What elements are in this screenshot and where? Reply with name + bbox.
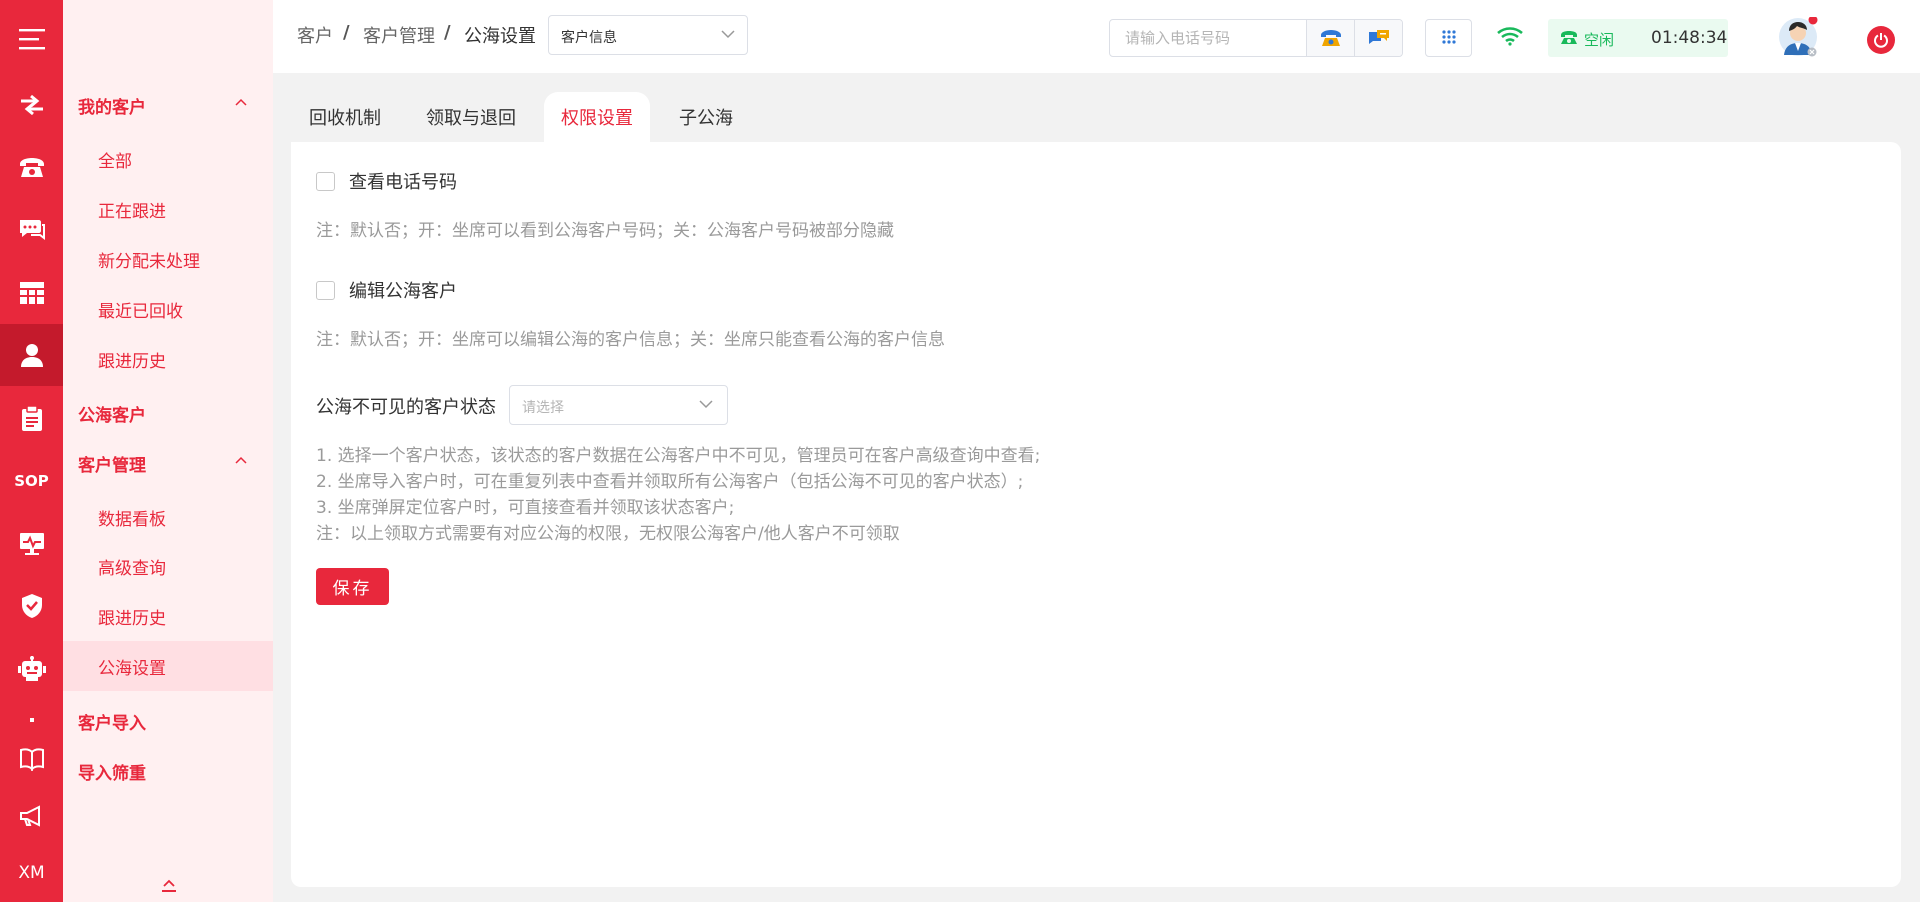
customer-person-icon[interactable]: [0, 324, 63, 386]
menu-group-customer-import[interactable]: 客户导入: [63, 696, 273, 746]
secondary-menu: 我的客户 全部 正在跟进 新分配未处理 最近已回收 跟进历史 公海客户 客户管理…: [63, 0, 273, 902]
robot-icon[interactable]: [0, 638, 63, 700]
tab-claim-return[interactable]: 领取与退回: [409, 92, 533, 142]
monitor-pulse-icon[interactable]: [0, 513, 63, 575]
chevron-up-icon: [235, 98, 247, 106]
invisible-status-select[interactable]: 请选择: [509, 385, 728, 425]
menu-item-all[interactable]: 全部: [63, 134, 273, 184]
phone-status-icon: [1561, 31, 1577, 44]
book-icon[interactable]: [0, 728, 63, 790]
message-icon: [1368, 30, 1389, 44]
menu-item-dashboard[interactable]: 数据看板: [63, 492, 273, 542]
breadcrumb-public-settings: 公海设置: [464, 26, 536, 47]
sop-label[interactable]: SOP: [0, 450, 63, 512]
tab-permission-settings[interactable]: 权限设置: [544, 92, 650, 142]
clipboard-icon[interactable]: [0, 388, 63, 450]
invisible-status-desc-1: 1. 选择一个客户状态，该状态的客户数据在公海客户中不可见，管理员可在客户高级查…: [316, 446, 1041, 466]
agent-status-indicator[interactable]: 空闲 01:48:34: [1548, 19, 1728, 57]
chat-icon[interactable]: [0, 198, 63, 260]
select-value: 客户信息: [561, 30, 617, 46]
collapse-menu-icon[interactable]: [161, 878, 177, 894]
power-icon: [1874, 33, 1888, 48]
view-phone-label: 查看电话号码: [349, 172, 457, 193]
edit-public-note: 注：默认否；开：坐席可以编辑公海的客户信息；关：坐席只能查看公海的客户信息: [316, 330, 945, 350]
invisible-status-label: 公海不可见的客户状态: [316, 397, 496, 418]
top-bar: 客户 / 客户管理 / 公海设置 客户信息 空闲 01:48:34: [273, 0, 1920, 73]
breadcrumb-separator: /: [444, 22, 451, 43]
menu-item-public-settings[interactable]: 公海设置: [63, 641, 273, 691]
telephone-icon: [1320, 30, 1341, 46]
view-phone-note: 注：默认否；开：坐席可以看到公海客户号码；关：公海客户号码被部分隐藏: [316, 221, 894, 241]
telephone-icon[interactable]: [0, 136, 63, 198]
menu-item-following[interactable]: 正在跟进: [63, 184, 273, 234]
tab-recycle-mechanism[interactable]: 回收机制: [292, 92, 398, 142]
send-sms-button[interactable]: [1354, 20, 1402, 56]
menu-group-label: 导入筛重: [78, 763, 146, 784]
breadcrumb-separator: /: [343, 22, 350, 43]
breadcrumb-customer[interactable]: 客户: [297, 22, 333, 48]
menu-group-label: 客户管理: [78, 455, 146, 476]
menu-group-import-dedupe[interactable]: 导入筛重: [63, 746, 273, 796]
icon-rail: SOP XM: [0, 0, 63, 902]
user-avatar[interactable]: [1778, 17, 1818, 57]
chevron-down-icon: [699, 400, 713, 409]
chevron-up-icon: [235, 456, 247, 464]
dial-call-button[interactable]: [1306, 20, 1354, 56]
menu-item-recently-recycled[interactable]: 最近已回收: [63, 284, 273, 334]
dialpad-button[interactable]: [1425, 19, 1472, 57]
wifi-signal-icon: [1497, 27, 1523, 46]
dialpad-grid-icon: [1441, 30, 1456, 44]
select-placeholder: 请选择: [522, 400, 564, 416]
table-grid-icon[interactable]: [0, 262, 63, 324]
menu-item-advanced-search[interactable]: 高级查询: [63, 541, 273, 591]
save-button[interactable]: 保存: [316, 568, 389, 605]
shield-check-icon[interactable]: [0, 575, 63, 637]
menu-group-customer-management[interactable]: 客户管理: [63, 438, 273, 488]
view-phone-checkbox[interactable]: [316, 171, 335, 191]
xm-label[interactable]: XM: [0, 842, 63, 902]
megaphone-icon[interactable]: [0, 785, 63, 847]
menu-group-my-customers[interactable]: 我的客户: [63, 80, 273, 130]
invisible-status-desc-3: 3. 坐席弹屏定位客户时，可直接查看并领取该状态客户;: [316, 498, 735, 518]
agent-status-label: 空闲: [1584, 31, 1615, 49]
phone-number-input[interactable]: [1110, 20, 1306, 56]
logout-button[interactable]: [1867, 26, 1895, 54]
menu-toggle-icon[interactable]: [0, 8, 63, 70]
tab-sub-pool[interactable]: 子公海: [662, 92, 750, 142]
menu-group-label: 我的客户: [78, 97, 146, 118]
menu-group-public-customers[interactable]: 公海客户: [63, 388, 273, 438]
menu-item-follow-history[interactable]: 跟进历史: [63, 334, 273, 384]
view-phone-checkbox-row[interactable]: 查看电话号码: [316, 168, 457, 194]
breadcrumb-customer-management[interactable]: 客户管理: [363, 22, 435, 48]
invisible-status-desc-2: 2. 坐席导入客户时，可在重复列表中查看并领取所有公海客户（包括公海不可见的客户…: [316, 472, 1024, 492]
edit-public-label: 编辑公海客户: [349, 281, 457, 302]
menu-group-label: 公海客户: [78, 405, 146, 426]
menu-item-new-assigned[interactable]: 新分配未处理: [63, 234, 273, 284]
edit-public-checkbox-row[interactable]: 编辑公海客户: [316, 277, 457, 303]
phone-search-box: [1109, 19, 1403, 57]
customer-info-select[interactable]: 客户信息: [548, 15, 748, 55]
menu-group-label: 客户导入: [78, 713, 146, 734]
transfer-icon[interactable]: [0, 74, 63, 136]
invisible-status-desc-note: 注：以上领取方式需要有对应公海的权限，无权限公海客户/他人客户不可领取: [316, 524, 900, 544]
menu-item-follow-history-2[interactable]: 跟进历史: [63, 591, 273, 641]
permission-settings-panel: 查看电话号码 注：默认否；开：坐席可以看到公海客户号码；关：公海客户号码被部分隐…: [291, 142, 1901, 887]
status-timer: 01:48:34: [1651, 28, 1728, 48]
chevron-down-icon: [721, 30, 735, 39]
edit-public-checkbox[interactable]: [316, 280, 335, 300]
